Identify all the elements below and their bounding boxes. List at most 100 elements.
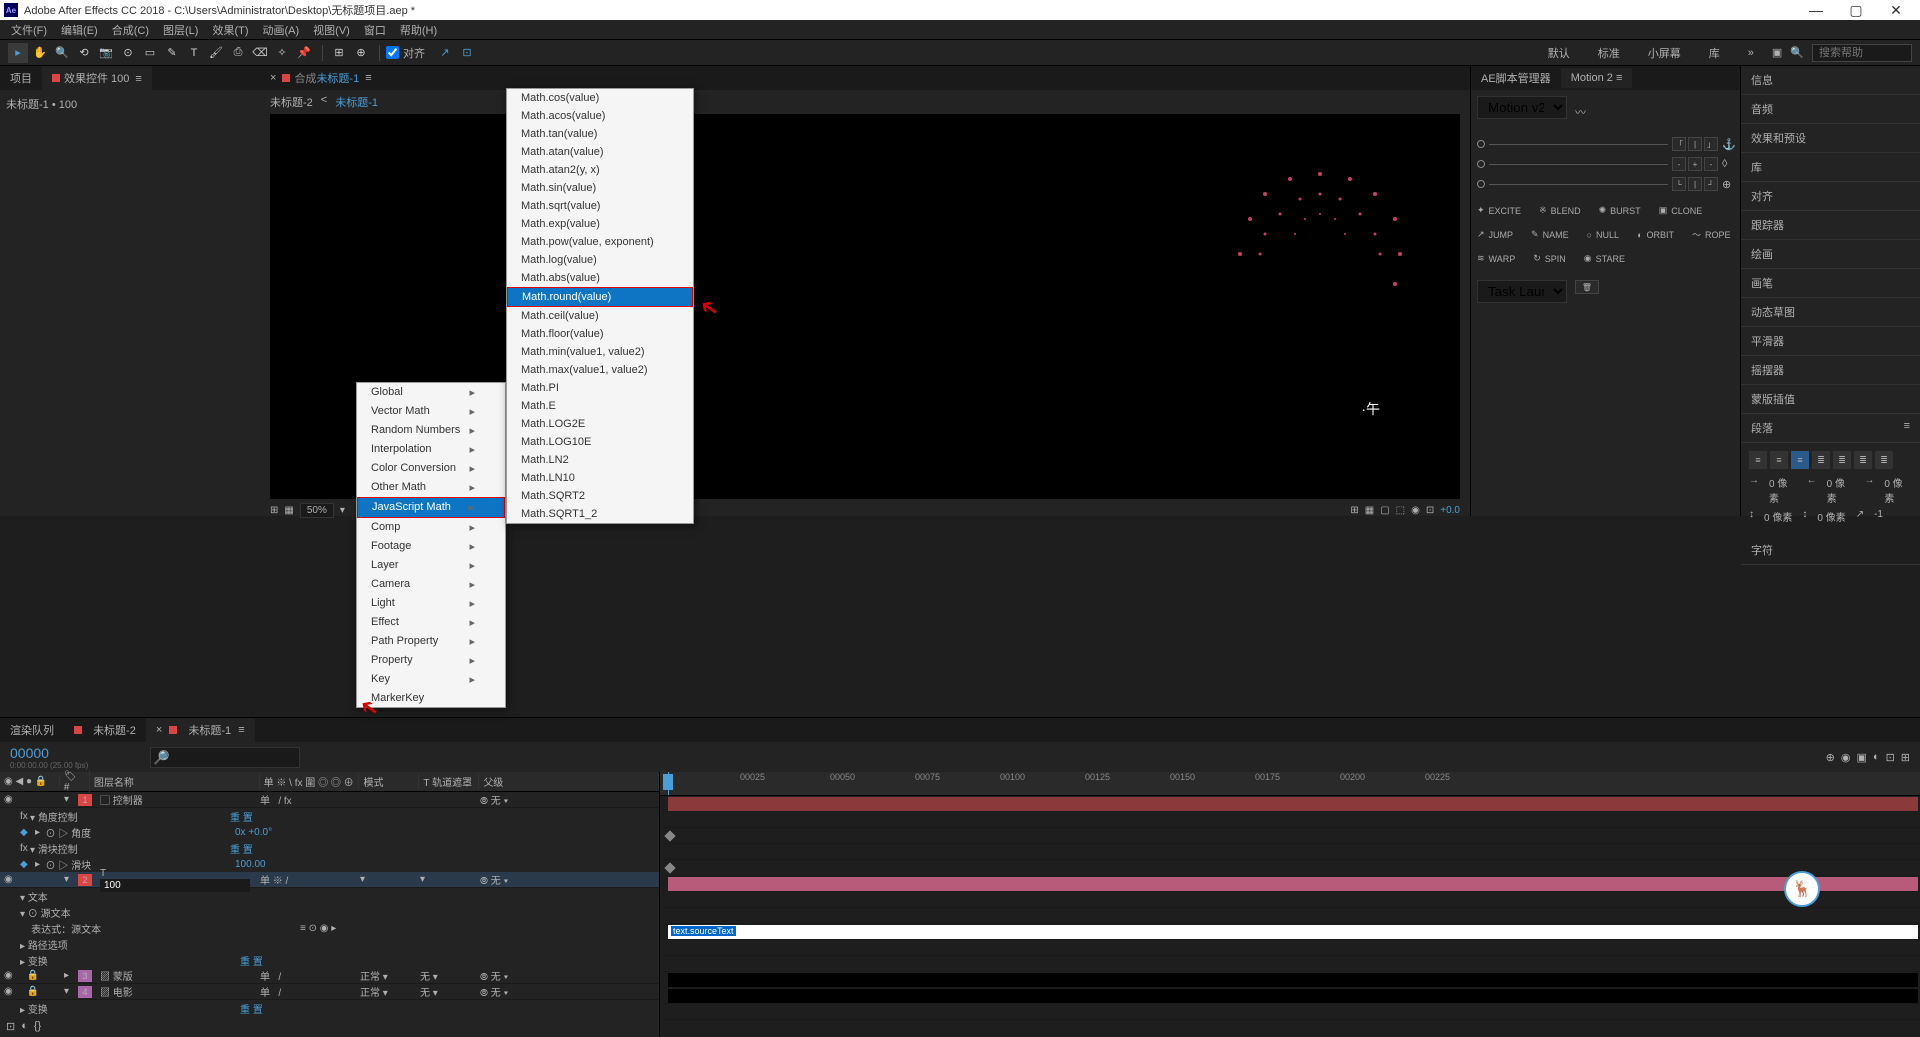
math-ln10[interactable]: Math.LN10 xyxy=(507,469,693,487)
workspace-more[interactable]: » xyxy=(1738,45,1764,61)
rect-tool-icon[interactable]: ▭ xyxy=(140,43,160,63)
panel-paint[interactable]: 绘画 xyxy=(1741,240,1920,269)
keyframe-slider[interactable] xyxy=(664,862,675,873)
comp-name[interactable]: 未标题-1 xyxy=(316,70,359,86)
hand-tool-icon[interactable]: ✋ xyxy=(30,43,50,63)
toggle-switches-icon[interactable]: ⊡ xyxy=(6,1020,15,1033)
layer-4[interactable]: ◉ 🔒 ▾ 4 ▨ 电影 单 / 正常 ▾ 无 ▾ ⦾ 无 ▾ xyxy=(0,984,659,1000)
expression-field[interactable]: text.sourceText xyxy=(668,925,1918,939)
motion-curve-icon[interactable]: 〰 xyxy=(1575,104,1586,120)
layer-1[interactable]: ◉ ▾ 1 ▢ 控制器 单 / fx ⦾ 无 ▾ xyxy=(0,792,659,808)
slider1-dot[interactable] xyxy=(1477,140,1485,148)
region-icon[interactable]: ◉ xyxy=(1411,505,1420,516)
panel-tracker[interactable]: 跟踪器 xyxy=(1741,211,1920,240)
col-parent[interactable]: 父级 xyxy=(479,774,659,789)
math-sin[interactable]: Math.sin(value) xyxy=(507,179,693,197)
col-mode[interactable]: 模式 xyxy=(359,774,419,789)
menu-file[interactable]: 文件(F) xyxy=(4,22,54,38)
justify-center-icon[interactable]: ≣ xyxy=(1833,451,1851,469)
track-layer1[interactable] xyxy=(668,797,1918,811)
slider3-dot[interactable] xyxy=(1477,180,1485,188)
space-before[interactable]: 0 像素 xyxy=(1764,509,1792,524)
panel-mask-interp[interactable]: 蒙版插值 xyxy=(1741,385,1920,414)
pen-tool-icon[interactable]: ✎ xyxy=(162,43,182,63)
stamp-tool-icon[interactable]: ⎙ xyxy=(228,43,248,63)
tab-ae-script[interactable]: AE脚本管理器 xyxy=(1471,66,1561,90)
s2b1[interactable]: - xyxy=(1672,157,1686,171)
3d-icon[interactable]: ⬚ xyxy=(1396,505,1405,516)
action-blend[interactable]: ※ BLEND xyxy=(1539,205,1581,216)
playhead[interactable] xyxy=(668,772,669,795)
tab-project[interactable]: 项目 xyxy=(0,66,42,90)
menu-window[interactable]: 窗口 xyxy=(357,22,393,38)
timecode-offset[interactable]: +0.0 xyxy=(1440,505,1460,516)
timecode[interactable]: 00000 xyxy=(0,745,140,761)
maximize-button[interactable]: ▢ xyxy=(1846,2,1866,19)
math-max[interactable]: Math.max(value1, value2) xyxy=(507,361,693,379)
project-item[interactable]: 未标题-1 • 100 xyxy=(6,99,77,111)
track-layer3[interactable] xyxy=(668,973,1918,987)
menu-path-property[interactable]: Path Property▸ xyxy=(357,632,505,651)
math-min[interactable]: Math.min(value1, value2) xyxy=(507,343,693,361)
math-ln2[interactable]: Math.LN2 xyxy=(507,451,693,469)
s1b3[interactable]: 」 xyxy=(1704,137,1718,151)
math-ceil[interactable]: Math.ceil(value) xyxy=(507,307,693,325)
menu-edit[interactable]: 编辑(E) xyxy=(54,22,105,38)
menu-comp[interactable]: Comp▸ xyxy=(357,518,505,537)
menu-help[interactable]: 帮助(H) xyxy=(393,22,444,38)
snap-mode2-icon[interactable]: ⊡ xyxy=(457,43,477,63)
math-sqrt1-2[interactable]: Math.SQRT1_2 xyxy=(507,505,693,523)
tl-icon3[interactable]: ▣ xyxy=(1857,751,1867,764)
menu-effect[interactable]: 效果(T) xyxy=(205,22,255,38)
indent-left[interactable]: 0 像素 xyxy=(1769,475,1797,505)
s2b3[interactable]: - xyxy=(1704,157,1718,171)
action-excite[interactable]: ✦ EXCITE xyxy=(1477,205,1521,216)
math-acos[interactable]: Math.acos(value) xyxy=(507,107,693,125)
action-burst[interactable]: ✺ BURST xyxy=(1599,205,1641,216)
transparent-icon[interactable]: ⊡ xyxy=(1426,505,1434,516)
panel-smoother[interactable]: 平滑器 xyxy=(1741,327,1920,356)
justify-all-icon[interactable]: ≣ xyxy=(1875,451,1893,469)
channel-icon[interactable]: ▦ xyxy=(284,505,293,516)
action-spin[interactable]: ↻ SPIN xyxy=(1533,253,1566,264)
math-pi[interactable]: Math.PI xyxy=(507,379,693,397)
panel-character[interactable]: 字符 xyxy=(1741,536,1920,565)
math-floor[interactable]: Math.floor(value) xyxy=(507,325,693,343)
align-left-icon[interactable]: ≡ xyxy=(1749,451,1767,469)
math-exp[interactable]: Math.exp(value) xyxy=(507,215,693,233)
keyframe-angle[interactable] xyxy=(664,830,675,841)
tl-icon5[interactable]: ⊡ xyxy=(1886,751,1895,764)
slider2-dot[interactable] xyxy=(1477,160,1485,168)
menu-color-conversion[interactable]: Color Conversion▸ xyxy=(357,459,505,478)
panel-motion-sketch[interactable]: 动态草图 xyxy=(1741,298,1920,327)
col-trkmat[interactable]: T 轨道遮罩 xyxy=(419,774,479,789)
s2b2[interactable]: + xyxy=(1688,157,1702,171)
math-log10e[interactable]: Math.LOG10E xyxy=(507,433,693,451)
menu-global[interactable]: Global▸ xyxy=(357,383,505,402)
s3b2[interactable]: | xyxy=(1688,177,1702,191)
menu-view[interactable]: 视图(V) xyxy=(306,22,357,38)
menu-other-math[interactable]: Other Math▸ xyxy=(357,478,505,497)
task-launch-dropdown[interactable]: Task Launch xyxy=(1477,280,1567,303)
action-orbit[interactable]: ◐ ORBIT xyxy=(1637,228,1674,241)
time-ruler[interactable]: 00025 00050 00075 00100 00125 00150 0017… xyxy=(660,772,1920,796)
motion-preset-dropdown[interactable]: Motion v2 xyxy=(1477,96,1567,119)
toggle-brackets-icon[interactable]: {} xyxy=(34,1020,41,1033)
mask-icon[interactable]: ▢ xyxy=(1380,505,1389,516)
tab-motion2[interactable]: Motion 2 ≡ xyxy=(1561,68,1633,88)
track-layer2[interactable] xyxy=(668,877,1918,891)
action-clone[interactable]: ▣ CLONE xyxy=(1659,205,1703,216)
workspace-standard[interactable]: 标准 xyxy=(1588,43,1630,63)
layer-3[interactable]: ◉ 🔒 ▸ 3 ▨ 蒙版 单 / 正常 ▾ 无 ▾ ⦾ 无 ▾ xyxy=(0,968,659,984)
pan-behind-tool-icon[interactable]: ⊙ xyxy=(118,43,138,63)
world-axis-icon[interactable]: ⊕ xyxy=(351,43,371,63)
snap-mode1-icon[interactable]: ↗ xyxy=(435,43,455,63)
timeline-tracks[interactable]: 00025 00050 00075 00100 00125 00150 0017… xyxy=(660,772,1920,1037)
menu-javascript-math[interactable]: JavaScript Math▸ xyxy=(357,497,505,518)
s3b1[interactable]: └ xyxy=(1672,177,1686,191)
tl-icon4[interactable]: ◐ xyxy=(1873,751,1880,764)
close-button[interactable]: ✕ xyxy=(1886,2,1906,19)
menu-key[interactable]: Key▸ xyxy=(357,670,505,689)
action-warp[interactable]: ≋ WARP xyxy=(1477,253,1515,264)
menu-camera[interactable]: Camera▸ xyxy=(357,575,505,594)
